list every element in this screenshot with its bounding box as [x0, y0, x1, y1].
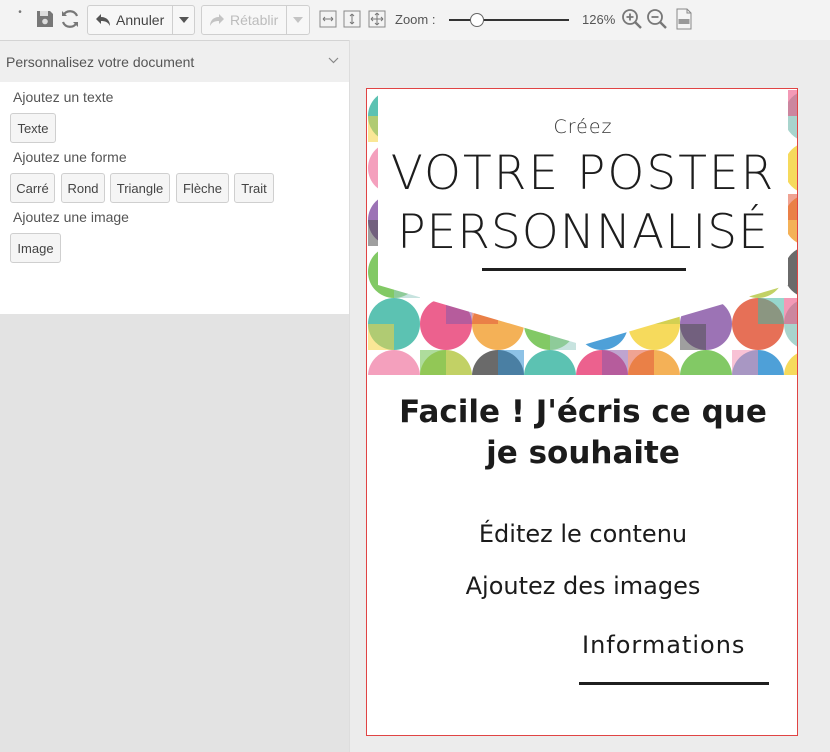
- toolbar: • Annuler Rétablir Zoom : 126%: [0, 0, 830, 40]
- pdf-export-icon[interactable]: [673, 8, 695, 30]
- zoom-slider-track: [449, 19, 569, 21]
- save-icon[interactable]: [34, 8, 56, 30]
- poster-title-underline[interactable]: [482, 268, 686, 271]
- undo-button[interactable]: Annuler: [88, 6, 174, 34]
- left-panel-background: [0, 314, 350, 752]
- fit-width-icon[interactable]: [317, 8, 339, 30]
- chevron-down-icon: [328, 57, 339, 64]
- redo-icon: [210, 14, 224, 26]
- fit-page-icon[interactable]: [366, 8, 388, 30]
- poster-title-line1[interactable]: VOTRE POSTER: [368, 146, 797, 201]
- refresh-icon[interactable]: [59, 8, 81, 30]
- shape-circle-button[interactable]: Rond: [61, 173, 105, 203]
- undo-group: Annuler: [87, 5, 195, 35]
- poster-page[interactable]: Créez VOTRE POSTER PERSONNALISÉ Facile !…: [366, 88, 798, 736]
- shape-arrow-button[interactable]: Flèche: [176, 173, 229, 203]
- poster-text-images[interactable]: Ajoutez des images: [368, 572, 797, 600]
- zoom-slider[interactable]: [449, 11, 569, 29]
- poster-headline-line1[interactable]: Facile ! J'écris ce que: [368, 394, 797, 430]
- customize-panel: Personnalisez votre document Ajoutez un …: [0, 40, 350, 314]
- zoom-value: 126%: [582, 12, 616, 27]
- shape-line-button[interactable]: Trait: [234, 173, 274, 203]
- image-section-label: Ajoutez une image: [13, 209, 129, 225]
- poster-text-edit[interactable]: Éditez le contenu: [368, 520, 797, 548]
- poster-headline-line2[interactable]: je souhaite: [368, 435, 797, 471]
- panel-title: Personnalisez votre document: [6, 53, 195, 70]
- redo-label: Rétablir: [230, 12, 279, 28]
- redo-button[interactable]: Rétablir: [202, 6, 288, 34]
- zoom-label: Zoom :: [395, 12, 436, 27]
- caret-down-icon: [293, 17, 304, 23]
- caret-down-icon: [178, 17, 189, 23]
- shape-section-label: Ajoutez une forme: [13, 149, 127, 165]
- text-section-label: Ajoutez un texte: [13, 89, 114, 105]
- poster-info-underline[interactable]: [579, 682, 769, 685]
- poster-title-line2[interactable]: PERSONNALISÉ: [368, 205, 797, 260]
- poster-info[interactable]: Informations: [582, 631, 745, 659]
- undo-dropdown-button[interactable]: [173, 6, 194, 34]
- zoom-slider-thumb[interactable]: [470, 13, 485, 27]
- shape-square-button[interactable]: Carré: [10, 173, 55, 203]
- redo-group: Rétablir: [201, 5, 310, 35]
- add-image-button[interactable]: Image: [10, 233, 61, 263]
- panel-header[interactable]: Personnalisez votre document: [0, 40, 349, 82]
- shape-triangle-button[interactable]: Triangle: [110, 173, 170, 203]
- unsaved-indicator: •: [18, 6, 22, 18]
- add-text-button[interactable]: Texte: [10, 113, 56, 143]
- undo-icon: [96, 14, 110, 26]
- zoom-in-icon[interactable]: [621, 8, 643, 30]
- redo-dropdown-button[interactable]: [287, 6, 309, 34]
- zoom-out-icon[interactable]: [646, 8, 668, 30]
- poster-brand[interactable]: Créez: [368, 116, 797, 138]
- fit-height-icon[interactable]: [341, 8, 363, 30]
- undo-label: Annuler: [116, 12, 165, 28]
